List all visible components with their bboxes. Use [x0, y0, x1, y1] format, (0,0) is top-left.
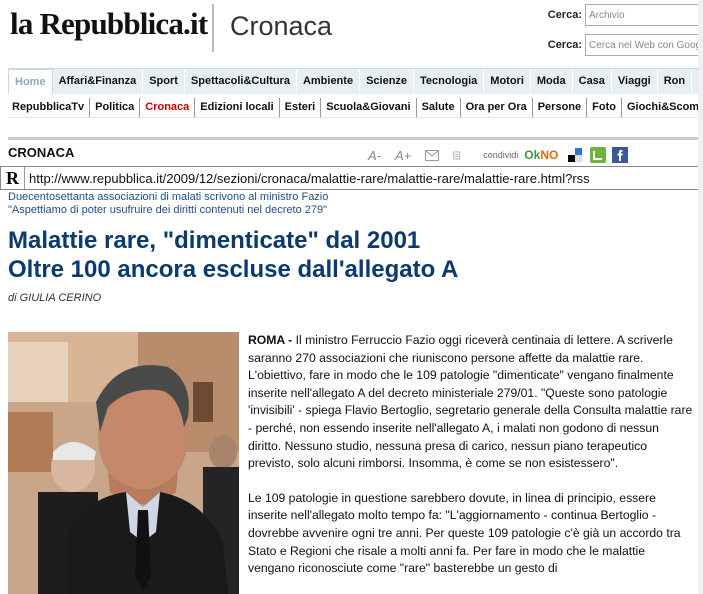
headline-line-1: Malattie rare, "dimenticate" dal 2001 — [8, 227, 421, 254]
nav-item-affari-finanza[interactable]: Affari&Finanza — [53, 69, 144, 94]
byline-prefix: di — [8, 292, 17, 304]
kicker-line-2: "Aspettiamo di poter usufruire dei dirit… — [8, 204, 328, 216]
page-scrollbar[interactable] — [698, 0, 703, 594]
subnav-item-scuola-giovani[interactable]: Scuola&Giovani — [320, 98, 415, 117]
section-bar: CRONACA A- A+ condividi OkNO — [8, 137, 703, 167]
nav-item-viaggi[interactable]: Viaggi — [612, 69, 658, 94]
secondary-nav: RepubblicaTv Politica Cronaca Edizioni l… — [8, 98, 703, 118]
web-search-input[interactable] — [585, 34, 703, 56]
article-city: ROMA - — [248, 333, 293, 347]
okno-ok-text: Ok — [524, 148, 541, 162]
kicker-line-1: Duecentosettanta associazioni di malati … — [8, 191, 329, 203]
nav-item-moda[interactable]: Moda — [531, 69, 573, 94]
article-tools: A- A+ condividi OkNO — [368, 147, 629, 163]
nav-item-tecnologia[interactable]: Tecnologia — [414, 69, 485, 94]
logo-divider — [212, 4, 214, 52]
article-paragraph-2: Le 109 patologie in questione sarebbero … — [248, 490, 681, 576]
friendfeed-icon[interactable] — [590, 147, 607, 163]
web-search: Cerca: — [540, 34, 703, 56]
facebook-icon[interactable] — [612, 147, 629, 163]
email-icon[interactable] — [425, 149, 440, 161]
article-body: ROMA - Il ministro Ferruccio Fazio oggi … — [248, 332, 694, 594]
web-search-label: Cerca: — [547, 39, 582, 51]
nav-item-ron[interactable]: Ron — [658, 69, 693, 94]
article-url[interactable]: http://www.repubblica.it/2009/12/sezioni… — [25, 171, 590, 186]
nav-item-sport[interactable]: Sport — [143, 69, 185, 94]
section-bar-title: CRONACA — [8, 145, 75, 160]
nav-item-motori[interactable]: Motori — [484, 69, 531, 94]
subnav-item-salute[interactable]: Salute — [415, 98, 460, 117]
nav-item-scienze[interactable]: Scienze — [360, 69, 415, 94]
font-smaller-button[interactable]: A- — [368, 148, 381, 163]
paragraph-1-text: Il ministro Ferruccio Fazio oggi ricever… — [248, 333, 693, 471]
subnav-item-cronaca[interactable]: Cronaca — [139, 98, 194, 117]
primary-nav: Home Affari&Finanza Sport Spettacoli&Cul… — [8, 68, 703, 94]
subnav-item-esteri[interactable]: Esteri — [278, 98, 321, 117]
article-kicker: Duecentosettanta associazioni di malati … — [8, 191, 328, 217]
subnav-item-ora-per-ora[interactable]: Ora per Ora — [459, 98, 532, 117]
article-headline: Malattie rare, "dimenticate" dal 2001 Ol… — [8, 226, 458, 284]
okno-share-button[interactable]: OkNO — [524, 148, 558, 162]
nav-item-home[interactable]: Home — [8, 69, 53, 94]
okno-no-text: NO — [540, 148, 559, 162]
delicious-icon[interactable] — [568, 148, 583, 162]
font-larger-button[interactable]: A+ — [395, 148, 411, 163]
archive-search-input[interactable] — [585, 4, 703, 26]
share-label: condividi — [483, 150, 519, 160]
article-photo — [8, 332, 239, 594]
site-logo[interactable]: la Repubblica.it — [10, 6, 208, 42]
headline-line-2: Oltre 100 ancora escluse dall'allegato A — [8, 256, 459, 283]
rss-url-bar: R http://www.repubblica.it/2009/12/sezio… — [0, 166, 703, 190]
subnav-item-giochi-scommesse[interactable]: Giochi&Scomm — [620, 98, 703, 117]
subnav-item-edizioni-locali[interactable]: Edizioni locali — [194, 98, 278, 117]
nav-item-casa[interactable]: Casa — [573, 69, 612, 94]
archive-search-label: Cerca: — [547, 9, 582, 21]
section-title[interactable]: Cronaca — [230, 11, 332, 42]
article-byline: di GIULIA CERINO — [8, 292, 101, 304]
subnav-item-foto[interactable]: Foto — [586, 98, 621, 117]
nav-item-spettacoli-cultura[interactable]: Spettacoli&Cultura — [185, 69, 297, 94]
subnav-item-persone[interactable]: Persone — [531, 98, 586, 117]
site-header: la Repubblica.it Cronaca Cerca: Cerca: — [0, 0, 703, 62]
nav-item-ambiente[interactable]: Ambiente — [297, 69, 361, 94]
article-paragraph-1: ROMA - Il ministro Ferruccio Fazio oggi … — [248, 332, 694, 473]
subnav-item-politica[interactable]: Politica — [89, 98, 139, 117]
byline-author: GIULIA CERINO — [19, 292, 102, 304]
photo-minister-illustration — [8, 332, 239, 594]
subnav-item-repubblicatv[interactable]: RepubblicaTv — [8, 98, 89, 117]
reader-icon[interactable]: R — [1, 167, 25, 189]
print-icon[interactable] — [453, 150, 463, 161]
archive-search: Cerca: — [540, 4, 703, 26]
